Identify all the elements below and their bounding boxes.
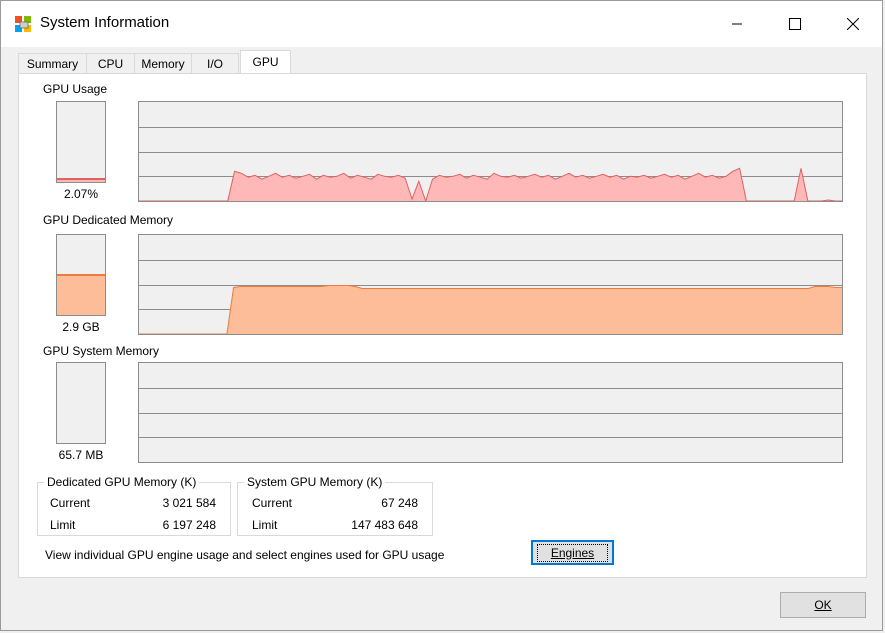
- engines-button-label: Engines: [536, 543, 609, 562]
- gpu-system-memory-graph: [138, 362, 843, 463]
- engines-info-text: View individual GPU engine usage and sel…: [45, 548, 445, 562]
- window-title: System Information: [40, 14, 170, 31]
- system-limit-value: 147 483 648: [351, 518, 418, 532]
- gpu-usage-value: 2.07%: [63, 187, 99, 201]
- gpu-dedicated-memory-meter: [56, 234, 106, 316]
- minimize-button[interactable]: [708, 1, 766, 47]
- gpu-panel: GPU Usage 2.07% GPU Dedicated Memory 2.9…: [18, 73, 867, 578]
- system-limit-label: Limit: [252, 518, 278, 532]
- maximize-button[interactable]: [766, 1, 824, 47]
- gpu-usage-meter-fill: [57, 178, 105, 182]
- system-information-window: System Information Summary CPU Memory I/…: [0, 0, 883, 631]
- gpu-system-memory-meter: [56, 362, 106, 444]
- gpu-usage-label: GPU Usage: [43, 82, 108, 96]
- gpu-usage-meter: [56, 101, 106, 183]
- gpu-dedicated-memory-graph: [138, 234, 843, 335]
- tab-gpu[interactable]: GPU: [240, 50, 291, 74]
- close-button[interactable]: [824, 1, 882, 47]
- system-gpu-memory-group: System GPU Memory (K) Current 67 248 Lim…: [237, 475, 433, 536]
- dedicated-limit-label: Limit: [50, 518, 76, 532]
- dedicated-gpu-memory-group: Dedicated GPU Memory (K) Current 3 021 5…: [37, 475, 231, 536]
- tab-cpu[interactable]: CPU: [86, 53, 135, 73]
- gpu-system-memory-value: 65.7 MB: [58, 448, 104, 462]
- tab-io[interactable]: I/O: [191, 53, 239, 73]
- gpu-system-memory-label: GPU System Memory: [43, 344, 160, 358]
- dedicated-current-label: Current: [50, 496, 91, 510]
- engines-button[interactable]: Engines: [531, 540, 614, 565]
- gpu-dedicated-memory-label: GPU Dedicated Memory: [43, 213, 174, 227]
- system-current-value: 67 248: [381, 496, 418, 510]
- tab-summary[interactable]: Summary: [18, 53, 87, 73]
- maximize-icon: [789, 18, 801, 30]
- gpu-usage-graph: [138, 101, 843, 202]
- system-information-icon: [15, 16, 31, 32]
- dedicated-current-value: 3 021 584: [162, 496, 216, 510]
- system-gpu-memory-title: System GPU Memory (K): [244, 475, 386, 489]
- ok-button[interactable]: OK: [780, 592, 866, 618]
- close-icon: [847, 18, 859, 30]
- minimize-icon: [732, 23, 742, 25]
- gpu-dedicated-memory-value: 2.9 GB: [62, 320, 100, 334]
- gpu-dedicated-memory-meter-fill: [57, 274, 105, 315]
- dedicated-limit-value: 6 197 248: [162, 518, 216, 532]
- title-bar[interactable]: System Information: [1, 1, 882, 47]
- tab-memory[interactable]: Memory: [134, 53, 192, 73]
- gpu-dedicated-memory-area: [139, 285, 842, 334]
- dedicated-gpu-memory-title: Dedicated GPU Memory (K): [44, 475, 200, 489]
- system-current-label: Current: [252, 496, 293, 510]
- gpu-usage-area: [139, 168, 842, 201]
